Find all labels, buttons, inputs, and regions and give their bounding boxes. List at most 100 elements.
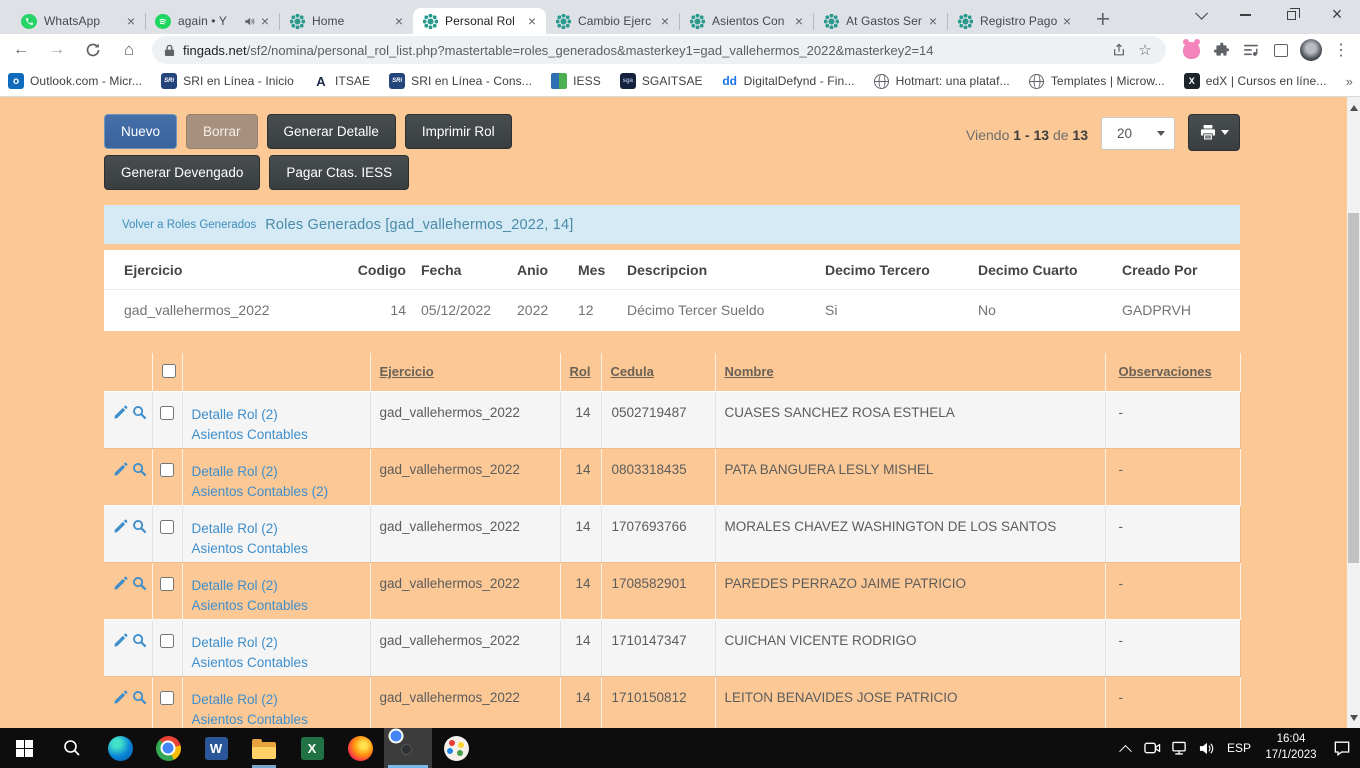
extensions-puzzle-icon[interactable] xyxy=(1206,36,1236,64)
taskbar-firefox[interactable] xyxy=(336,728,384,768)
bookmark-sri-consultas[interactable]: SRiSRI en Línea - Cons... xyxy=(389,73,532,89)
close-icon[interactable] xyxy=(123,13,139,29)
tab-audio-icon[interactable] xyxy=(244,16,255,27)
address-bar[interactable]: fingads.net/sf2/nomina/personal_rol_list… xyxy=(152,36,1166,64)
view-magnifier-icon[interactable] xyxy=(132,519,147,534)
close-icon[interactable] xyxy=(524,13,540,29)
pagar-ctas-iess-button[interactable]: Pagar Ctas. IESS xyxy=(269,155,409,190)
bookmark-templates[interactable]: Templates | Microw... xyxy=(1029,73,1165,89)
close-window-button[interactable] xyxy=(1314,0,1360,30)
pink-extension-icon[interactable] xyxy=(1176,36,1206,64)
view-magnifier-icon[interactable] xyxy=(132,405,147,420)
tab-home[interactable]: Home xyxy=(280,8,413,34)
asientos-contables-link[interactable]: Asientos Contables xyxy=(192,539,370,559)
start-button[interactable] xyxy=(0,728,48,768)
imprimir-rol-button[interactable]: Imprimir Rol xyxy=(405,114,512,149)
bookmark-hotmart[interactable]: Hotmart: una plataf... xyxy=(874,73,1010,89)
close-icon[interactable] xyxy=(391,13,407,29)
network-icon[interactable] xyxy=(1166,728,1193,768)
profile-avatar[interactable] xyxy=(1296,36,1326,64)
tab-asientos-contables[interactable]: Asientos Con xyxy=(680,8,813,34)
notification-center-icon[interactable] xyxy=(1324,728,1360,768)
generar-detalle-button[interactable]: Generar Detalle xyxy=(267,114,396,149)
clock[interactable]: 16:0417/1/2023 xyxy=(1258,732,1324,763)
reload-button[interactable] xyxy=(78,36,108,64)
minimize-button[interactable] xyxy=(1222,0,1268,30)
scrollbar-thumb[interactable] xyxy=(1348,213,1359,563)
edit-pencil-icon[interactable] xyxy=(113,519,128,534)
edit-pencil-icon[interactable] xyxy=(113,576,128,591)
tab-spotify[interactable]: again • Y xyxy=(146,8,279,34)
th-cedula[interactable]: Cedula xyxy=(601,353,715,391)
tab-cambio-ejercicio[interactable]: Cambio Ejerc xyxy=(546,8,679,34)
close-icon[interactable] xyxy=(791,13,807,29)
close-icon[interactable] xyxy=(257,13,273,29)
browser-menu-icon[interactable] xyxy=(1326,36,1356,64)
view-magnifier-icon[interactable] xyxy=(132,633,147,648)
row-checkbox[interactable] xyxy=(160,634,174,648)
row-checkbox[interactable] xyxy=(160,406,174,420)
detalle-rol-link[interactable]: Detalle Rol (2) xyxy=(192,576,370,596)
url-text[interactable]: fingads.net/sf2/nomina/personal_rol_list… xyxy=(183,43,1106,58)
meet-now-icon[interactable] xyxy=(1139,728,1166,768)
close-icon[interactable] xyxy=(657,13,673,29)
sidebar-icon[interactable] xyxy=(1266,36,1296,64)
row-checkbox[interactable] xyxy=(160,520,174,534)
share-icon[interactable] xyxy=(1106,43,1132,57)
detalle-rol-link[interactable]: Detalle Rol (2) xyxy=(192,462,370,482)
bookmark-sri-inicio[interactable]: SRiSRI en Línea - Inicio xyxy=(161,73,294,89)
back-button[interactable] xyxy=(6,36,36,64)
page-size-select[interactable]: 20 xyxy=(1101,117,1175,150)
asientos-contables-link[interactable]: Asientos Contables xyxy=(192,596,370,616)
close-icon[interactable] xyxy=(925,13,941,29)
taskbar-file-explorer[interactable] xyxy=(240,728,288,768)
volume-icon[interactable] xyxy=(1193,728,1220,768)
print-button[interactable] xyxy=(1188,114,1240,151)
language-indicator[interactable]: ESP xyxy=(1220,741,1258,755)
bookmark-star-icon[interactable] xyxy=(1132,41,1158,59)
scroll-up-icon[interactable] xyxy=(1347,100,1360,115)
borrar-button[interactable]: Borrar xyxy=(186,114,258,149)
bookmark-edx[interactable]: XedX | Cursos en líne... xyxy=(1184,73,1327,89)
edit-pencil-icon[interactable] xyxy=(113,462,128,477)
th-observaciones[interactable]: Observaciones xyxy=(1105,353,1240,391)
view-magnifier-icon[interactable] xyxy=(132,690,147,705)
tab-search-chevron[interactable] xyxy=(1176,0,1222,30)
asientos-contables-link[interactable]: Asientos Contables xyxy=(192,710,370,729)
bookmarks-overflow-chevron[interactable]: » xyxy=(1346,74,1353,89)
detalle-rol-link[interactable]: Detalle Rol (2) xyxy=(192,519,370,539)
new-tab-button[interactable] xyxy=(1089,5,1117,33)
media-toolbar-icon[interactable] xyxy=(1236,36,1266,64)
view-magnifier-icon[interactable] xyxy=(132,462,147,477)
home-button[interactable] xyxy=(114,36,144,64)
taskbar-chrome-active[interactable] xyxy=(384,728,432,768)
bookmark-iess[interactable]: IESS xyxy=(551,73,601,89)
tab-personal-rol[interactable]: Personal Rol xyxy=(413,8,546,34)
row-checkbox[interactable] xyxy=(160,463,174,477)
asientos-contables-link[interactable]: Asientos Contables xyxy=(192,425,370,445)
restore-button[interactable] xyxy=(1268,0,1314,30)
close-icon[interactable] xyxy=(1059,13,1075,29)
detalle-rol-link[interactable]: Detalle Rol (2) xyxy=(192,690,370,710)
select-all-checkbox[interactable] xyxy=(162,364,176,378)
generar-devengado-button[interactable]: Generar Devengado xyxy=(104,155,260,190)
edit-pencil-icon[interactable] xyxy=(113,633,128,648)
detalle-rol-link[interactable]: Detalle Rol (2) xyxy=(192,633,370,653)
row-checkbox[interactable] xyxy=(160,691,174,705)
th-ejercicio[interactable]: Ejercicio xyxy=(370,353,560,391)
bookmark-sgaitsae[interactable]: sgaSGAITSAE xyxy=(620,73,703,89)
asientos-contables-link[interactable]: Asientos Contables (2) xyxy=(192,482,370,502)
taskbar-paint[interactable] xyxy=(432,728,480,768)
tab-at-gastos[interactable]: At Gastos Ser xyxy=(814,8,947,34)
vertical-scrollbar[interactable] xyxy=(1347,97,1360,728)
edit-pencil-icon[interactable] xyxy=(113,405,128,420)
view-magnifier-icon[interactable] xyxy=(132,576,147,591)
bookmark-itsae[interactable]: AITSAE xyxy=(313,73,370,89)
taskbar-search-button[interactable] xyxy=(48,728,96,768)
taskbar-excel[interactable]: X xyxy=(288,728,336,768)
asientos-contables-link[interactable]: Asientos Contables xyxy=(192,653,370,673)
volver-link[interactable]: Volver a Roles Generados xyxy=(122,219,256,231)
forward-button[interactable] xyxy=(42,36,72,64)
tab-whatsapp[interactable]: WhatsApp xyxy=(12,8,145,34)
row-checkbox[interactable] xyxy=(160,577,174,591)
